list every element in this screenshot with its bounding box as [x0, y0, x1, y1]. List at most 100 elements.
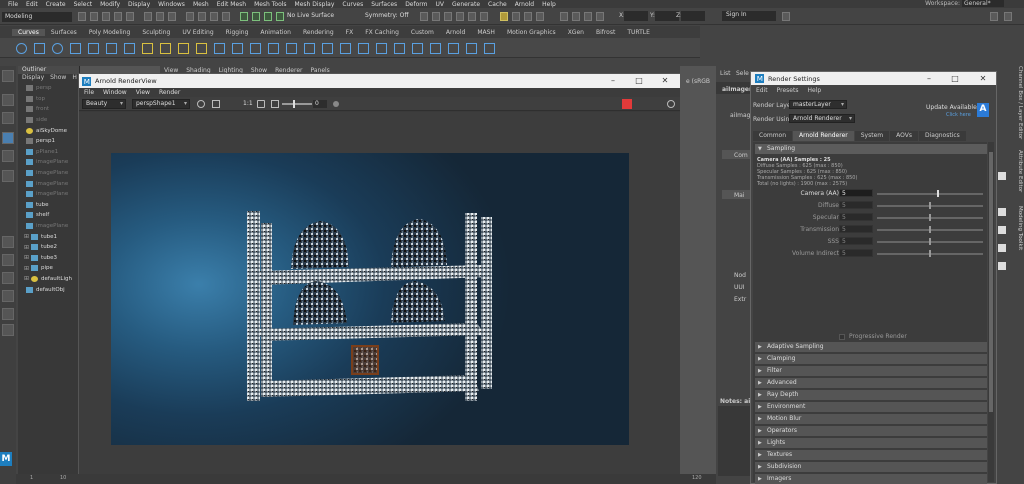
- mask-icon[interactable]: [186, 12, 194, 21]
- expand-toggle-icon[interactable]: ⊞: [24, 265, 29, 272]
- menu-item-edit-mesh[interactable]: Edit Mesh: [213, 1, 250, 8]
- ep-curve-icon[interactable]: [160, 43, 171, 54]
- history-icon[interactable]: [420, 12, 428, 21]
- expand-toggle-icon[interactable]: ⊞: [24, 244, 29, 251]
- render-view-icon[interactable]: [480, 12, 488, 21]
- outliner-menu-show[interactable]: Show: [50, 74, 66, 83]
- minimize-button[interactable]: –: [606, 76, 620, 86]
- rendered-image[interactable]: [111, 153, 629, 445]
- rs-tab-aovs[interactable]: AOVs: [890, 131, 918, 141]
- outliner-item[interactable]: side: [18, 115, 79, 126]
- revolve-icon[interactable]: [394, 43, 405, 54]
- close-button[interactable]: ✕: [976, 74, 990, 84]
- section-motion-blur[interactable]: Motion Blur: [755, 414, 987, 424]
- close-button[interactable]: ✕: [658, 76, 672, 86]
- menu-item-file[interactable]: File: [4, 1, 22, 8]
- cylinder-icon[interactable]: [88, 43, 99, 54]
- expand-toggle-icon[interactable]: ⊞: [24, 233, 29, 240]
- slider-knob[interactable]: [929, 238, 931, 245]
- shelf-tab-rendering[interactable]: Rendering: [297, 29, 340, 36]
- menu-item-surfaces[interactable]: Surfaces: [367, 1, 401, 8]
- outliner-item[interactable]: ⊞ tube3: [18, 253, 79, 264]
- transform-icon[interactable]: [560, 12, 568, 21]
- hypershade-icon[interactable]: [468, 12, 476, 21]
- menu-item-mesh-tools[interactable]: Mesh Tools: [250, 1, 290, 8]
- maximize-button[interactable]: □: [632, 76, 646, 86]
- menu-item-edit[interactable]: Edit: [22, 1, 42, 8]
- select-hierarchy-icon[interactable]: [144, 12, 152, 21]
- bezier-icon[interactable]: [376, 43, 387, 54]
- section-lights[interactable]: Lights: [755, 438, 987, 448]
- birail-icon[interactable]: [466, 43, 477, 54]
- shelf-tab-curves[interactable]: Curves: [12, 28, 45, 36]
- section-environment[interactable]: Environment: [755, 402, 987, 412]
- camera-dropdown[interactable]: perspShape1: [132, 99, 190, 109]
- mask-icon[interactable]: [198, 12, 206, 21]
- single-view-icon[interactable]: [2, 236, 14, 248]
- search-icon[interactable]: [2, 324, 14, 336]
- right-tab-modeling-toolkit[interactable]: Modeling Toolkit: [1014, 206, 1023, 250]
- expand-toggle-icon[interactable]: ⊞: [24, 254, 29, 261]
- outliner-item[interactable]: imagePlane: [18, 189, 79, 200]
- ae-selected-menu[interactable]: Sele: [736, 70, 749, 77]
- shelf-tab-rigging[interactable]: Rigging: [220, 29, 255, 36]
- rs-menu-edit[interactable]: Edit: [756, 87, 768, 94]
- section-subdivision[interactable]: Subdivision: [755, 462, 987, 472]
- panel-toggle-icon[interactable]: [1004, 12, 1012, 21]
- transform-icon[interactable]: [596, 12, 604, 21]
- slider-knob[interactable]: [929, 214, 931, 221]
- plane-icon[interactable]: [124, 43, 135, 54]
- sampling-value-field[interactable]: 5: [839, 225, 873, 233]
- symmetry-label[interactable]: Symmetry: Off: [365, 12, 408, 19]
- section-adaptive-sampling[interactable]: Adaptive Sampling: [755, 342, 987, 352]
- select-object-icon[interactable]: [156, 12, 164, 21]
- shelf-tab-fx-caching[interactable]: FX Caching: [359, 29, 405, 36]
- outliner-item[interactable]: aiSkyDome: [18, 125, 79, 136]
- right-tab-channel-box[interactable]: Channel Box / Layer Editor: [1014, 66, 1023, 139]
- timeline[interactable]: 1 10 120: [16, 474, 716, 484]
- outliner-item[interactable]: tube: [18, 200, 79, 211]
- outliner-item[interactable]: top: [18, 94, 79, 105]
- add-points-icon[interactable]: [340, 43, 351, 54]
- ratio-label[interactable]: 1:1: [243, 100, 253, 107]
- menu-item-cache[interactable]: Cache: [484, 1, 511, 8]
- shelf-tab-bifrost[interactable]: Bifrost: [590, 29, 621, 36]
- renderview-titlebar[interactable]: M Arnold RenderView – □ ✕: [79, 74, 680, 88]
- exposure-knob[interactable]: [292, 100, 295, 108]
- right-tab-attribute-editor[interactable]: Attribute Editor: [1014, 150, 1023, 192]
- sampling-slider[interactable]: [877, 226, 983, 233]
- mask-icon[interactable]: [210, 12, 218, 21]
- rs-tab-diagnostics[interactable]: Diagnostics: [918, 131, 966, 141]
- ae-section-uui[interactable]: UUI: [734, 284, 745, 291]
- layer-icon[interactable]: [536, 12, 544, 21]
- outliner-item[interactable]: ⊞ tube1: [18, 231, 79, 242]
- transform-icon[interactable]: [584, 12, 592, 21]
- sampling-slider[interactable]: [877, 214, 983, 221]
- render-canvas[interactable]: [79, 112, 680, 484]
- mask-icon[interactable]: [222, 12, 230, 21]
- update-click-here-link[interactable]: Click here: [946, 112, 971, 118]
- render-settings-titlebar[interactable]: M Render Settings – □ ✕: [751, 72, 996, 85]
- shelf-tab-mash[interactable]: MASH: [471, 29, 501, 36]
- display-icon[interactable]: [212, 100, 220, 108]
- section-clamping[interactable]: Clamping: [755, 354, 987, 364]
- shelf-tab-sculpting[interactable]: Sculpting: [136, 29, 176, 36]
- sampling-slider[interactable]: [877, 190, 983, 197]
- exposure-slider[interactable]: [282, 100, 312, 108]
- rs-tab-common[interactable]: Common: [753, 131, 793, 141]
- rs-tab-arnold-renderer[interactable]: Arnold Renderer: [793, 131, 854, 141]
- outliner-item[interactable]: ⊞ defaultLigh: [18, 274, 79, 285]
- snap-surface-icon[interactable]: [276, 12, 284, 21]
- mode-selector[interactable]: Modeling: [2, 12, 72, 22]
- ae-list-menu[interactable]: List: [720, 70, 731, 77]
- shelf-tab-motion-graphics[interactable]: Motion Graphics: [501, 29, 562, 36]
- aov-dropdown[interactable]: Beauty: [82, 99, 126, 109]
- shelf-tab-fx[interactable]: FX: [340, 29, 360, 36]
- lasso-tool-icon[interactable]: [2, 94, 14, 106]
- gear-icon[interactable]: [667, 100, 675, 108]
- arc-tool-icon[interactable]: [196, 43, 207, 54]
- stop-render-button[interactable]: [622, 99, 632, 109]
- loft-icon[interactable]: [412, 43, 423, 54]
- shelf-tab-custom[interactable]: Custom: [405, 29, 440, 36]
- rs-menu-presets[interactable]: Presets: [777, 87, 799, 94]
